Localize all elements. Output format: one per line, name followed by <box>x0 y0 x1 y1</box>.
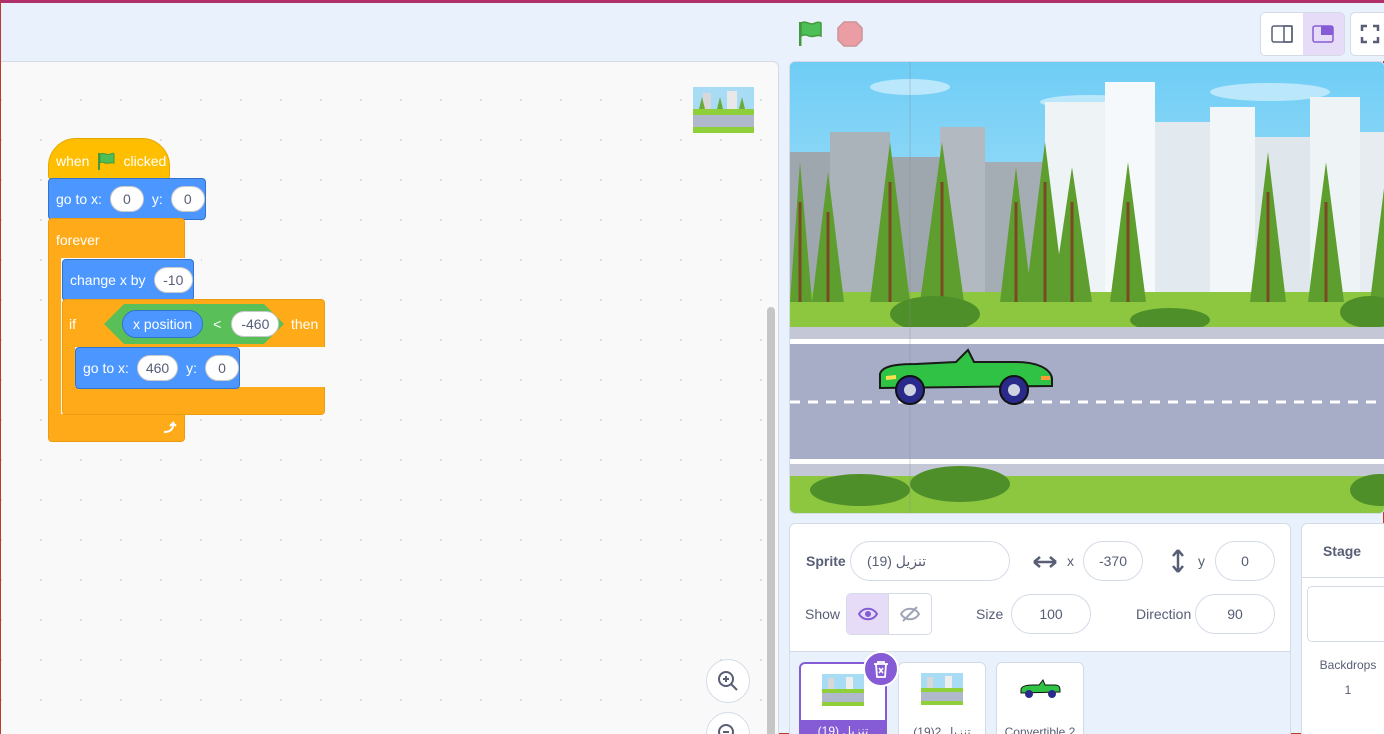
compare-value-input[interactable]: -460 <box>231 311 279 337</box>
hide-sprite-button[interactable] <box>889 594 931 634</box>
change-x-input[interactable]: -10 <box>153 267 193 293</box>
sprite-name-field[interactable]: تنزيل (19) <box>850 541 1010 581</box>
y-label: y <box>1198 553 1205 569</box>
goto2-y-label: y: <box>186 360 197 376</box>
zoom-in-icon <box>718 671 738 691</box>
stage-selector[interactable]: Stage Backdrops 1 <box>1301 523 1384 734</box>
loop-arrow-icon <box>163 420 177 433</box>
stage-size-toggle <box>1260 12 1345 56</box>
backdrop-thumbnail <box>1307 586 1384 642</box>
sprite-thumbnail <box>1020 679 1061 698</box>
convertible-car-sprite[interactable] <box>876 344 1056 406</box>
small-stage-icon <box>1271 25 1293 43</box>
hat-when-label: when <box>56 153 90 169</box>
sprite-thumbnail <box>921 673 963 705</box>
x-field[interactable]: -370 <box>1083 541 1143 581</box>
operator-symbol: < <box>213 316 222 332</box>
direction-field[interactable]: 90 <box>1195 594 1275 634</box>
when-flag-clicked-block[interactable]: when clicked <box>48 138 170 180</box>
backdrops-count: 1 <box>1344 683 1352 697</box>
sprite-tile[interactable]: Convertible 2 <box>996 662 1084 734</box>
normal-stage-icon <box>1312 25 1334 43</box>
forever-label: forever <box>56 232 100 248</box>
eye-crossed-icon <box>900 606 920 622</box>
top-bar <box>1 3 1384 61</box>
visibility-toggle <box>846 593 932 635</box>
change-x-label: change x by <box>70 272 146 288</box>
sprite-thumbnail <box>822 674 864 706</box>
size-label: Size <box>976 606 1004 622</box>
if-label: if <box>69 316 76 332</box>
stage-selector-title: Stage <box>1302 524 1384 578</box>
fullscreen-icon <box>1360 24 1380 44</box>
backdrops-label: Backdrops <box>1319 658 1377 672</box>
stage-backdrop <box>790 62 1384 513</box>
stop-button[interactable] <box>833 17 867 51</box>
x-label: x <box>1067 553 1074 569</box>
zoom-in-button[interactable] <box>706 659 750 703</box>
green-flag-button[interactable] <box>793 17 827 51</box>
zoom-out-icon <box>718 724 734 734</box>
sprite-label: Sprite <box>806 553 846 569</box>
green-flag-icon <box>98 152 115 170</box>
goto2-x-input[interactable]: 460 <box>136 355 179 381</box>
goto2-y-input[interactable]: 0 <box>205 355 239 381</box>
code-workspace[interactable]: when clicked go to x: 0 y: 0 forever cha… <box>1 61 779 734</box>
sprite-tile-name: تنزيل (19) <box>801 720 885 734</box>
go-to-xy-block[interactable]: go to x: 0 y: 0 <box>48 178 206 220</box>
stop-sign-icon <box>837 21 863 47</box>
less-than-operator[interactable]: x position < -460 <box>104 304 284 344</box>
goto-y-label: y: <box>151 191 163 207</box>
zoom-out-button[interactable] <box>706 712 750 734</box>
hat-clicked-label: clicked <box>123 153 167 169</box>
sprite-tile-name: Convertible 2 <box>1004 725 1076 734</box>
y-field[interactable]: 0 <box>1215 541 1275 581</box>
show-label: Show <box>805 606 841 622</box>
go-to-xy-block-2[interactable]: go to x: 460 y: 0 <box>75 347 240 389</box>
sprite-tile-name: تنزيل 2(19) <box>913 725 971 734</box>
then-label: then <box>291 316 319 332</box>
change-x-block[interactable]: change x by -10 <box>62 259 194 301</box>
trash-icon <box>874 661 888 678</box>
vertical-arrows-icon <box>1172 549 1184 573</box>
goto-label: go to x: <box>56 191 102 207</box>
goto-y-input[interactable]: 0 <box>170 186 205 212</box>
sprite-tile[interactable]: تنزيل 2(19) <box>898 662 986 734</box>
direction-label: Direction <box>1136 606 1192 622</box>
sprite-info-panel: Sprite تنزيل (19) x -370 y 0 Show Size 1… <box>789 523 1291 734</box>
x-position-reporter[interactable]: x position <box>122 310 203 338</box>
workspace-scrollbar[interactable] <box>767 307 775 734</box>
fullscreen-button[interactable] <box>1350 12 1384 56</box>
eye-icon <box>857 607 878 621</box>
small-stage-button[interactable] <box>1261 13 1303 55</box>
green-flag-icon <box>799 21 822 46</box>
goto2-label: go to x: <box>83 360 129 376</box>
size-field[interactable]: 100 <box>1011 594 1091 634</box>
show-sprite-button[interactable] <box>847 594 890 634</box>
sprite-thumbnail <box>693 87 754 133</box>
stage-canvas[interactable] <box>789 61 1384 514</box>
delete-sprite-button[interactable] <box>863 651 899 687</box>
normal-stage-button[interactable] <box>1302 13 1344 55</box>
horizontal-arrows-icon <box>1033 556 1057 568</box>
goto-x-input[interactable]: 0 <box>109 186 144 212</box>
